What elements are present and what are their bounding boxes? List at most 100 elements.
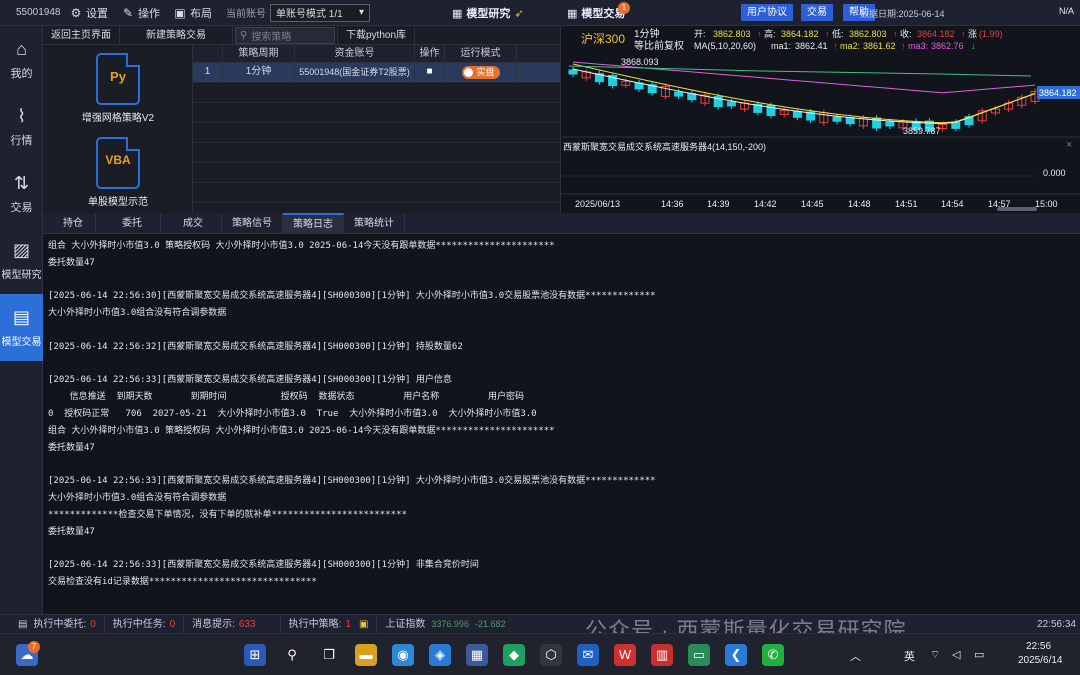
volume-icon[interactable]: ◁ — [952, 648, 960, 661]
sidebar-item-trade[interactable]: ⇅ 交易 — [0, 160, 43, 227]
log-line: 交易检查没有id记录数据****************************… — [48, 576, 317, 587]
tab-strategy-log[interactable]: 策略日志 — [283, 213, 344, 234]
tray-lang[interactable]: 英 — [904, 648, 915, 664]
col-account: 资金账号 — [295, 45, 415, 62]
close-indicator-icon: × — [1066, 139, 1072, 151]
run-mode-toggle[interactable]: 实盘 — [445, 63, 517, 82]
exec-orders-count: 0 — [90, 618, 96, 630]
outlook-icon[interactable]: ✉ — [577, 644, 599, 666]
edge-dev-icon[interactable]: ◈ — [429, 644, 451, 666]
app-green-icon[interactable]: ◆ — [503, 644, 525, 666]
exec-strategies[interactable]: 执行中策略: 1 ▣ — [281, 614, 378, 634]
search-icon[interactable]: ⚲ — [281, 644, 303, 666]
back-home-button[interactable]: 返回主页界面 — [43, 25, 120, 45]
down-arrow-icon: ↓ — [971, 41, 976, 51]
log-line: 组合 大小外择时小市值3.0 策略授权码 大小外择时小市值3.0 2025-06… — [48, 425, 555, 436]
candle — [885, 121, 895, 127]
wps-icon[interactable]: W — [614, 644, 636, 666]
log-line: 委托数量47 — [48, 442, 95, 453]
index-label: 上证指数 — [385, 618, 426, 630]
strategy-log-panel[interactable]: 组合 大小外择时小市值3.0 策略授权码 大小外择时小市值3.0 2025-06… — [43, 234, 1080, 614]
stop-button[interactable]: ■ — [415, 63, 445, 82]
ma1-line — [572, 68, 1036, 125]
tab-model-research[interactable]: ▦ 模型研究 ➶ — [452, 5, 524, 21]
research-tab-label: 模型研究 — [466, 8, 511, 20]
edge-icon[interactable]: ◉ — [392, 644, 414, 666]
table-grid — [193, 82, 560, 213]
download-python-button[interactable]: 下载python库 — [337, 25, 416, 45]
file-explorer-icon[interactable]: ▬ — [355, 644, 377, 666]
user-agreement-button[interactable]: 用户协议 — [741, 4, 793, 21]
up-arrow-icon: ↑ — [961, 29, 966, 39]
account-mode-select[interactable]: 单账号模式 1/1 ▾ — [270, 3, 370, 22]
col-op: 操作 — [415, 45, 445, 62]
status-time: 22:56:34 — [1037, 619, 1076, 630]
sidebar-item-mine[interactable]: ⌂ 我的 — [0, 26, 43, 93]
sidebar-item-model-trading[interactable]: ▤ 模型交易 — [0, 294, 43, 361]
settings-button[interactable]: ⚙ 设置 — [70, 5, 108, 21]
live-mode-switch[interactable]: 实盘 — [461, 66, 500, 79]
price-low-label: 3859.787 — [903, 126, 941, 136]
tab-strategy-stats[interactable]: 策略统计 — [344, 213, 405, 234]
windows-start-icon[interactable]: ⊞ — [244, 644, 266, 666]
exec-orders[interactable]: ▤ 执行中委托: 0 — [0, 614, 105, 634]
operation-label: 操作 — [138, 7, 160, 20]
table-row[interactable]: 1 1分钟 55001948(国金证券T2股票) ■ 实盘 — [193, 63, 560, 82]
x-tick-label: 14:39 — [707, 199, 730, 209]
low-label: 低: — [832, 28, 844, 39]
exec-strategies-label: 执行中策略: — [288, 618, 342, 630]
log-line: [2025-06-14 22:56:33][西蒙斯聚宽交易成交系统高速服务器4]… — [48, 560, 479, 571]
app-cube-icon[interactable]: ⬡ — [540, 644, 562, 666]
ma1-label: ma1: — [771, 41, 791, 51]
screen-app-icon[interactable]: ▭ — [688, 644, 710, 666]
change-value: (1.99) — [979, 29, 1003, 39]
tray-date[interactable]: 2025/6/14 — [1018, 655, 1063, 666]
tab-fills[interactable]: 成交 — [161, 213, 222, 234]
model-list: Py 增强网格策略V2 VBA 单股模型示范 — [43, 45, 235, 213]
operation-button[interactable]: ✎ 操作 — [122, 5, 160, 21]
research-tab-icon: ▦ — [452, 7, 463, 20]
ma4-line — [568, 65, 1032, 77]
strategy-toolbar: 返回主页界面 新建策略交易 ⚲ 搜索策略 下载python库 — [43, 25, 560, 45]
x-axis-labels: 2025/06/13 14:36 14:39 14:42 14:45 14:48 14:51… — [575, 199, 1058, 209]
tab-positions[interactable]: 持仓 — [43, 213, 96, 234]
strategy-search-input[interactable]: ⚲ 搜索策略 — [235, 26, 335, 44]
log-line: 组合 大小外择时小市值3.0 策略授权码 大小外择时小市值3.0 2025-06… — [48, 241, 555, 251]
trading-tab-badge: 1 — [618, 2, 630, 14]
sidebar-item-research[interactable]: ▨ 模型研究 — [0, 227, 43, 294]
dropdown-arrow-icon: ▾ — [358, 7, 364, 18]
vscode-icon[interactable]: ❮ — [725, 644, 747, 666]
tray-chevron-icon[interactable]: ︿ — [850, 648, 861, 664]
task-view-icon[interactable]: ❐ — [318, 644, 340, 666]
exec-tasks-label: 执行中任务: — [112, 618, 166, 630]
model-item-vba[interactable]: VBA 单股模型示范 — [43, 137, 193, 208]
python-file-icon: Py — [96, 53, 140, 105]
indicator-zero: 0.000 — [1043, 168, 1066, 178]
model-item-grid[interactable]: Py 增强网格策略V2 — [43, 53, 193, 124]
new-strategy-button[interactable]: 新建策略交易 — [120, 25, 233, 45]
battery-icon[interactable]: ▭ — [974, 648, 984, 661]
col-index — [193, 45, 223, 62]
tab-signals[interactable]: 策略信号 — [222, 213, 283, 234]
messages[interactable]: 消息提示: 633 — [184, 614, 281, 634]
index-value: 3376.996 — [431, 618, 469, 629]
sidebar-item-market[interactable]: ⌇ 行情 — [0, 93, 43, 160]
index-ticker: 上证指数 3376.996 -21.682 — [377, 615, 513, 634]
trading-app-icon[interactable]: ▥ — [651, 644, 673, 666]
tab-orders[interactable]: 委托 — [96, 213, 161, 234]
trade-button[interactable]: 交易 — [801, 4, 833, 21]
ma2-line — [572, 63, 1036, 124]
candle — [726, 101, 736, 107]
store-icon[interactable]: ▦ — [466, 644, 488, 666]
wifi-icon[interactable]: ⌔ — [930, 648, 940, 662]
gear-icon: ⚙ — [70, 5, 82, 20]
x-tick-label: 14:36 — [661, 199, 684, 209]
layout-button[interactable]: ▣ 布局 — [174, 5, 212, 21]
wechat-icon[interactable]: ✆ — [762, 644, 784, 666]
data-date-info: 数据日期:2025-06-14 — [860, 9, 945, 19]
kline-chart[interactable]: 沪深300 1分钟 等比前复权 开: 3862.803 ↑ 高: 3864.18… — [560, 26, 1080, 213]
tray-time[interactable]: 22:56 — [1026, 641, 1051, 652]
exec-tasks[interactable]: 执行中任务: 0 — [105, 614, 185, 634]
current-price-tag: 3864.182 — [1039, 88, 1077, 98]
tab-model-trading[interactable]: ▦ 模型交易 — [567, 5, 625, 21]
